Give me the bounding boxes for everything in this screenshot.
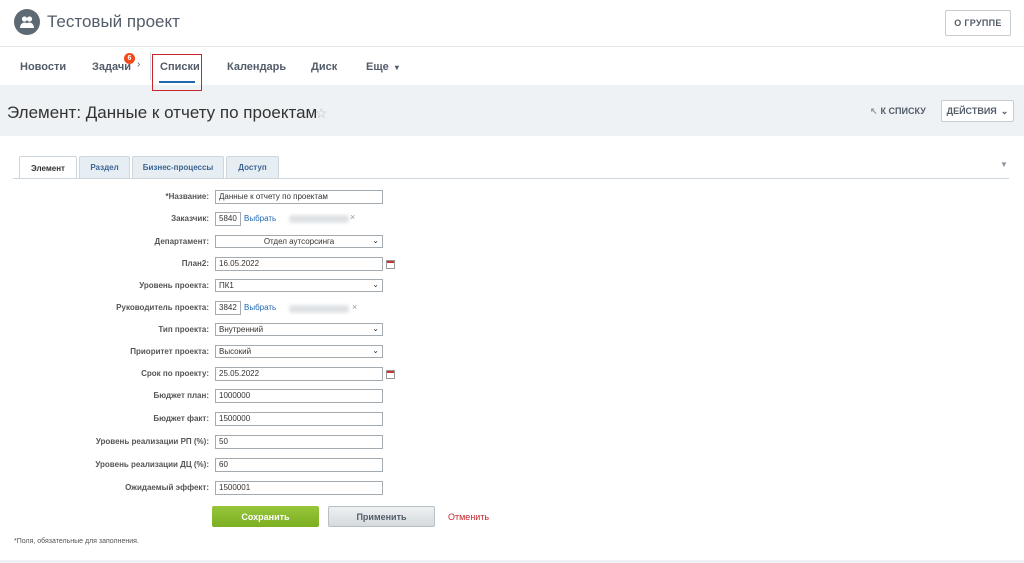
tab-section[interactable]: Раздел [79,156,130,178]
nav-item-more-label: Еще [366,61,389,73]
chevron-down-icon: ⌄ [372,346,379,355]
nav-item-more[interactable]: Еще ▾ [366,61,399,73]
customer-name-redacted [289,215,349,223]
expected-effect-field[interactable]: 1500001 [215,481,383,495]
actions-button[interactable]: ДЕЙСТВИЯ ⌄ [941,100,1014,122]
chevron-right-icon: › [137,59,141,70]
project-level-select[interactable]: ПК1 ⌄ [215,279,383,292]
back-to-list-link[interactable]: ↖ К СПИСКУ [870,106,926,117]
project-priority-select[interactable]: Высокий ⌄ [215,345,383,358]
budget-fact-field[interactable]: 1500000 [215,412,383,426]
budget-fact-label: Бюджет факт: [153,414,209,423]
actions-button-label: ДЕЙСТВИЯ [946,106,997,116]
page-title: Элемент: Данные к отчету по проектам [7,103,318,122]
dc-level-label: Уровень реализации ДЦ (%): [95,460,209,469]
dc-level-field[interactable]: 60 [215,458,383,472]
project-type-select[interactable]: Внутренний ⌄ [215,323,383,336]
tabs-divider [13,178,1009,179]
back-to-list-label: К СПИСКУ [880,106,926,116]
budget-plan-field[interactable]: 1000000 [215,389,383,403]
name-label: *Название: [165,192,209,201]
department-select[interactable]: Отдел аутсорсинга ⌄ [215,235,383,248]
department-label: Департамент: [154,237,209,246]
cancel-link[interactable]: Отменить [448,512,489,522]
deadline-label: Срок по проекту: [141,369,209,378]
group-users-icon[interactable] [14,9,40,35]
star-icon[interactable]: ☆ [315,105,328,122]
nav-active-indicator [159,81,195,83]
project-type-value: Внутренний [219,325,264,334]
collapse-triangle-icon[interactable]: ▼ [1000,160,1008,169]
save-button[interactable]: Сохранить [212,506,319,527]
deadline-date-field[interactable]: 25.05.2022 [215,367,383,381]
nav-item-lists[interactable]: Списки [160,61,200,73]
apply-button[interactable]: Применить [328,506,435,527]
tab-element[interactable]: Элемент [19,156,77,179]
project-priority-value: Высокий [219,347,252,356]
plan2-date-field[interactable]: 16.05.2022 [215,257,383,271]
project-level-label: Уровень проекта: [139,281,209,290]
about-group-button[interactable]: О ГРУППЕ [945,10,1011,36]
department-value: Отдел аутсорсинга [263,237,335,246]
project-type-label: Тип проекта: [158,325,209,334]
project-priority-label: Приоритет проекта: [130,347,209,356]
project-manager-label: Руководитель проекта: [116,303,209,312]
chevron-down-icon: ⌄ [372,324,379,333]
remove-project-manager-icon[interactable]: × [352,302,357,312]
project-level-value: ПК1 [219,281,234,290]
budget-plan-label: Бюджет план: [153,391,209,400]
group-title[interactable]: Тестовый проект [47,12,180,32]
project-manager-name-redacted [289,305,349,313]
nav-item-calendar[interactable]: Календарь [227,61,286,73]
customer-pick-link[interactable]: Выбрать [244,214,276,223]
chevron-down-icon: ⌄ [1000,105,1009,116]
project-manager-pick-link[interactable]: Выбрать [244,303,276,312]
remove-customer-icon[interactable]: × [350,212,355,222]
calendar-icon[interactable] [386,370,395,379]
customer-label: Заказчик: [171,214,209,223]
expected-effect-label: Ожидаемый эффект: [125,483,209,492]
required-fields-note: *Поля, обязательные для заполнения. [14,538,139,545]
chevron-down-icon: ▾ [394,63,399,72]
name-field[interactable]: Данные к отчету по проектам [215,190,383,204]
nav-divider [150,52,151,80]
tasks-counter-badge: 6 [124,53,135,64]
nav-item-news[interactable]: Новости [20,61,66,73]
calendar-icon[interactable] [386,260,395,269]
chevron-down-icon: ⌄ [372,280,379,289]
chevron-down-icon: ⌄ [372,236,379,245]
back-arrow-icon: ↖ [870,106,878,116]
rp-level-field[interactable]: 50 [215,435,383,449]
tab-business-processes[interactable]: Бизнес-процессы [132,156,224,178]
customer-id-field[interactable]: 5840 [215,212,241,226]
rp-level-label: Уровень реализации РП (%): [95,437,209,446]
tab-access[interactable]: Доступ [226,156,279,178]
project-manager-id-field[interactable]: 3842 [215,301,241,315]
nav-item-disk[interactable]: Диск [311,61,337,73]
plan2-label: План2: [181,259,209,268]
